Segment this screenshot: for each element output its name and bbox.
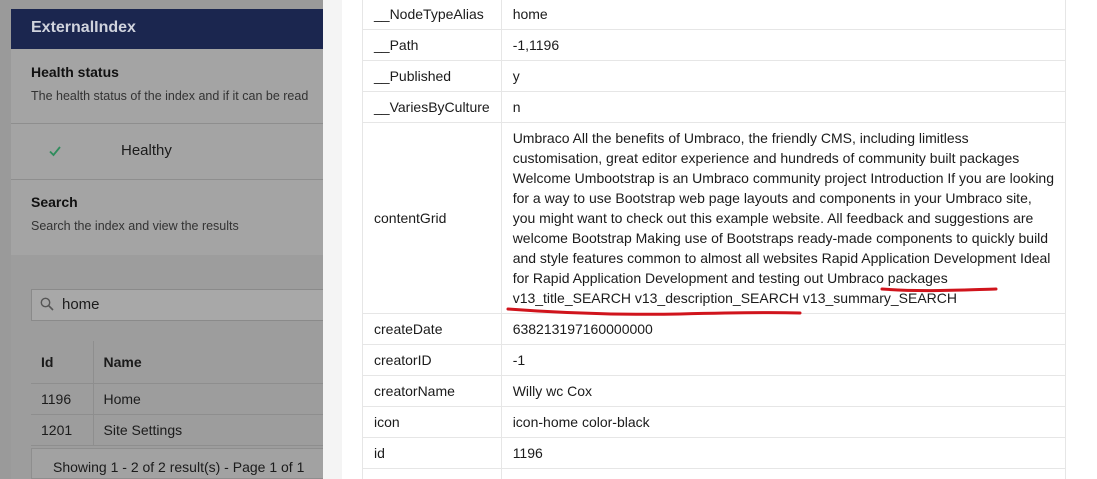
field-key: __NodeTypeAlias bbox=[362, 0, 502, 30]
field-value: home bbox=[500, 0, 1067, 30]
field-row: __Path -1,1196 bbox=[362, 29, 1067, 61]
field-key: level bbox=[362, 468, 502, 479]
field-key: creatorID bbox=[362, 344, 502, 376]
field-row: createDate 638213197160000000 bbox=[362, 313, 1067, 345]
field-row: __NodeTypeAlias home bbox=[362, 0, 1067, 30]
table-row[interactable]: 1201 Site Settings bbox=[31, 414, 331, 446]
health-description: The health status of the index and if it… bbox=[31, 89, 309, 103]
field-key: icon bbox=[362, 406, 502, 438]
health-heading: Health status bbox=[31, 64, 119, 80]
row-name[interactable]: Home bbox=[93, 383, 331, 415]
results-table: Id Name 1196 Home 1201 Site Settings bbox=[31, 341, 331, 446]
field-value: n bbox=[500, 91, 1067, 123]
search-input-value: home bbox=[62, 296, 100, 313]
field-row: creatorID -1 bbox=[362, 344, 1067, 376]
field-value: icon-home color-black bbox=[500, 406, 1067, 438]
row-name[interactable]: Site Settings bbox=[93, 414, 331, 446]
field-value: 1 bbox=[500, 468, 1067, 479]
field-key: __Published bbox=[362, 60, 502, 92]
fields-table: __NodeTypeAlias home __Path -1,1196 __Pu… bbox=[362, 0, 1067, 479]
field-value: Willy wc Cox bbox=[500, 375, 1067, 407]
field-key: creatorName bbox=[362, 375, 502, 407]
field-key: __VariesByCulture bbox=[362, 91, 502, 123]
table-header-row: Id Name bbox=[31, 341, 331, 384]
field-value: y bbox=[500, 60, 1067, 92]
column-header-id: Id bbox=[31, 341, 94, 384]
health-status-label: Healthy bbox=[121, 142, 172, 159]
field-key: contentGrid bbox=[362, 122, 502, 314]
field-row: level 1 bbox=[362, 468, 1067, 479]
field-value: -1 bbox=[500, 344, 1067, 376]
pagination-summary: Showing 1 - 2 of 2 result(s) - Page 1 of… bbox=[31, 448, 331, 479]
field-row: creatorName Willy wc Cox bbox=[362, 375, 1067, 407]
field-key: id bbox=[362, 437, 502, 469]
field-value: Umbraco All the benefits of Umbraco, the… bbox=[500, 122, 1067, 314]
index-title: ExternalIndex bbox=[31, 19, 136, 36]
search-description: Search the index and view the results bbox=[31, 219, 239, 233]
table-row[interactable]: 1196 Home bbox=[31, 383, 331, 415]
field-value: -1,1196 bbox=[500, 29, 1067, 61]
column-header-name: Name bbox=[93, 341, 331, 384]
field-row: __Published y bbox=[362, 60, 1067, 92]
field-value: 1196 bbox=[500, 437, 1067, 469]
divider bbox=[11, 179, 341, 180]
field-row: __VariesByCulture n bbox=[362, 91, 1067, 123]
field-value: 638213197160000000 bbox=[500, 313, 1067, 345]
search-icon bbox=[40, 297, 54, 311]
row-id: 1196 bbox=[31, 383, 94, 415]
field-row: icon icon-home color-black bbox=[362, 406, 1067, 438]
field-key: createDate bbox=[362, 313, 502, 345]
check-icon bbox=[49, 146, 61, 157]
field-key: __Path bbox=[362, 29, 502, 61]
search-heading: Search bbox=[31, 194, 78, 210]
field-row: contentGrid Umbraco All the benefits of … bbox=[362, 122, 1067, 314]
row-id: 1201 bbox=[31, 414, 94, 446]
field-row: id 1196 bbox=[362, 437, 1067, 469]
